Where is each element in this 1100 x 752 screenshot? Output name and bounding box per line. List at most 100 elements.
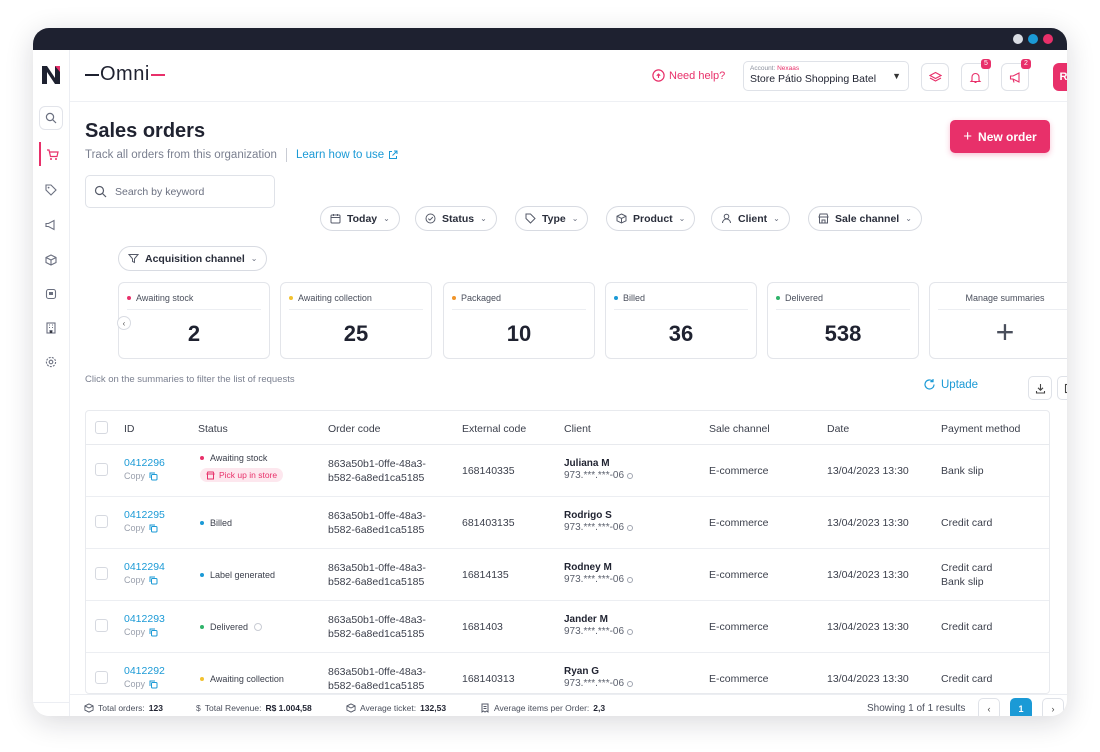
sidebar-settings-icon[interactable] — [39, 350, 63, 374]
select-all-checkbox[interactable] — [95, 421, 108, 434]
filter-chip-type[interactable]: Type ⌄ — [515, 206, 589, 231]
columns-button[interactable] — [1057, 376, 1067, 400]
status-text: Label generated — [210, 570, 276, 580]
row-checkbox[interactable] — [95, 515, 108, 528]
summary-card-billed[interactable]: Billed 36 — [605, 282, 757, 359]
order-id-link[interactable]: 0412295 — [124, 509, 165, 521]
summary-card-awaiting-collection[interactable]: Awaiting collection 25 — [280, 282, 432, 359]
client-document: 973.***.***-06 — [564, 470, 634, 481]
current-page-button[interactable]: 1 — [1010, 698, 1032, 716]
sidebar-box-icon[interactable] — [39, 248, 63, 272]
filter-chip-acquisition-channel[interactable]: Acquisition channel ⌄ — [118, 246, 268, 271]
column-header-client[interactable]: Client — [564, 423, 591, 435]
eye-icon[interactable] — [627, 628, 634, 635]
total-revenue-label: Total Revenue: — [204, 703, 262, 713]
filter-chip-product[interactable]: Product ⌄ — [606, 206, 696, 231]
row-checkbox[interactable] — [95, 463, 108, 476]
chevron-down-icon: ▼ — [892, 71, 901, 81]
summary-divider — [452, 309, 586, 310]
date-cell: 13/04/2023 13:30 — [827, 465, 909, 477]
column-header-status[interactable]: Status — [198, 423, 228, 435]
eye-icon[interactable] — [627, 524, 634, 531]
column-header-order-code[interactable]: Order code — [328, 423, 381, 435]
order-id-link[interactable]: 0412296 — [124, 457, 165, 469]
sidebar-pos-icon[interactable] — [39, 282, 63, 306]
sidebar-cart-icon[interactable] — [39, 142, 63, 166]
eye-icon[interactable] — [627, 472, 634, 479]
chevron-down-icon: ⌄ — [250, 254, 258, 263]
prev-page-button[interactable]: ‹ — [978, 698, 1000, 716]
copy-label: Copy — [124, 575, 146, 585]
average-ticket-label: Average ticket: — [360, 703, 417, 713]
help-link[interactable]: Need help? — [652, 69, 725, 82]
filter-chip-client[interactable]: Client ⌄ — [711, 206, 790, 231]
layers-button[interactable] — [921, 63, 949, 91]
manage-summaries-card[interactable]: Manage summaries + — [929, 282, 1067, 359]
order-id-link[interactable]: 0412293 — [124, 613, 165, 625]
summary-card-packaged[interactable]: Packaged 10 — [443, 282, 595, 359]
row-checkbox[interactable] — [95, 671, 108, 684]
summaries-prev-button[interactable]: ‹ — [117, 316, 131, 330]
copy-button[interactable]: Copy — [124, 679, 165, 689]
column-header-sale-channel[interactable]: Sale channel — [709, 423, 770, 435]
row-checkbox[interactable] — [95, 619, 108, 632]
copy-button[interactable]: Copy — [124, 471, 165, 481]
sidebar-building-icon[interactable] — [39, 316, 63, 340]
download-icon — [1035, 383, 1045, 394]
client-cell: Juliana M 973.***.***-06 — [564, 458, 634, 481]
info-icon[interactable] — [254, 623, 263, 631]
date-cell: 13/04/2023 13:30 — [827, 621, 909, 633]
new-order-button[interactable]: + New order — [950, 120, 1050, 153]
order-id-cell: 0412292 Copy — [124, 665, 165, 689]
column-header-id[interactable]: ID — [124, 423, 135, 435]
copy-button[interactable]: Copy — [124, 575, 165, 585]
date-cell: 13/04/2023 13:30 — [827, 517, 909, 529]
external-code-cell: 168140335 — [462, 465, 515, 477]
notifications-button[interactable]: 5 — [961, 59, 991, 91]
table-row[interactable]: 0412293 Copy Delivered 863a50b1-0ffe-48a… — [86, 601, 1049, 653]
app-logo-icon[interactable] — [39, 63, 63, 87]
column-header-payment-method[interactable]: Payment method — [941, 423, 1020, 435]
update-button[interactable]: Uptade — [923, 378, 978, 391]
status-cell: Awaiting collection — [200, 674, 284, 684]
account-store-select[interactable]: Account: Nexaas Store Pátio Shopping Bat… — [743, 61, 909, 91]
sidebar-search-icon[interactable] — [39, 106, 63, 130]
eye-icon[interactable] — [627, 576, 634, 583]
orders-table: ID Status Order code External code Clien… — [85, 410, 1050, 694]
table-row[interactable]: 0412296 Copy Awaiting stock Pick up in s… — [86, 445, 1049, 497]
announcements-button[interactable]: 2 — [1001, 59, 1031, 91]
table-row[interactable]: 0412295 Copy Billed 863a50b1-0ffe-48a3- … — [86, 497, 1049, 549]
order-id-link[interactable]: 0412294 — [124, 561, 165, 573]
table-row[interactable]: 0412294 Copy Label generated 863a50b1-0f… — [86, 549, 1049, 601]
table-row[interactable]: 0412292 Copy Awaiting collection 863a50b… — [86, 653, 1049, 693]
download-button[interactable] — [1028, 376, 1052, 400]
payment-method-2: Bank slip — [941, 576, 984, 588]
search-input[interactable]: Search by keyword — [85, 175, 275, 208]
sidebar-megaphone-icon[interactable] — [39, 213, 63, 237]
summary-packaged-label: Packaged — [461, 293, 502, 303]
window-dots — [1013, 34, 1053, 44]
row-checkbox[interactable] — [95, 567, 108, 580]
total-revenue-stat: $ Total Revenue: R$ 1.004,58 — [196, 703, 312, 713]
summary-count: 2 — [187, 321, 201, 346]
filter-chip-today[interactable]: Today ⌄ — [320, 206, 400, 231]
plus-icon: + — [963, 128, 973, 145]
copy-button[interactable]: Copy — [124, 627, 165, 637]
column-header-external-code[interactable]: External code — [462, 423, 526, 435]
account-name: Nexaas — [777, 65, 800, 72]
user-avatar[interactable]: RC — [1053, 63, 1067, 91]
sidebar-tag-icon[interactable] — [39, 178, 63, 202]
summary-card-awaiting-stock[interactable]: Awaiting stock 2 — [118, 282, 270, 359]
eye-icon[interactable] — [627, 680, 634, 687]
next-page-button[interactable]: › — [1042, 698, 1064, 716]
copy-button[interactable]: Copy — [124, 523, 165, 533]
order-code-line1: 863a50b1-0ffe-48a3- — [328, 666, 426, 678]
summary-awaiting-stock-label: Awaiting stock — [136, 293, 194, 303]
column-header-date[interactable]: Date — [827, 423, 849, 435]
order-id-link[interactable]: 0412292 — [124, 665, 165, 677]
filter-chip-sale-channel[interactable]: Sale channel ⌄ — [808, 206, 922, 231]
sale-channel-cell: E-commerce — [709, 569, 769, 581]
learn-how-link[interactable]: Learn how to use — [296, 149, 398, 161]
summary-card-delivered[interactable]: Delivered 538 — [767, 282, 919, 359]
filter-chip-status[interactable]: Status ⌄ — [415, 206, 497, 231]
